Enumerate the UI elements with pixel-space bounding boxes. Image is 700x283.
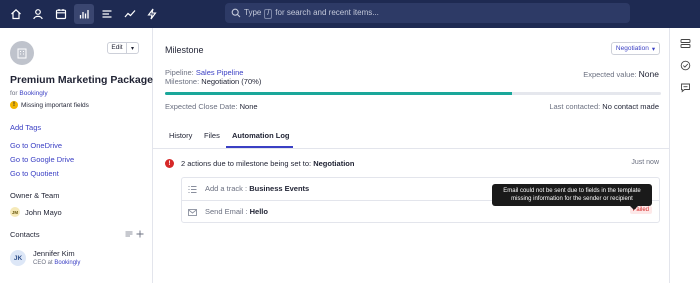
milestone-progress-fill	[165, 92, 513, 95]
pipeline-link[interactable]: Sales Pipeline	[196, 68, 244, 77]
chevron-down-icon: ▾	[651, 45, 656, 53]
owner-name: John Mayo	[25, 207, 62, 217]
owner-avatar: JM	[10, 207, 20, 217]
activity-time: Just now	[631, 159, 659, 166]
activity-summary: 2 actions due to milestone being set to:…	[181, 159, 355, 168]
owner-item[interactable]: JM John Mayo	[10, 207, 62, 217]
tab-history[interactable]: History	[169, 131, 192, 140]
check-circle-icon[interactable]	[680, 60, 691, 71]
error-icon: !	[165, 159, 174, 168]
contact-role: CEO at Bookingly	[33, 260, 81, 266]
failure-tooltip: Email could not be sent due to fields in…	[492, 184, 652, 210]
right-rail	[669, 28, 700, 283]
chat-icon[interactable]	[680, 82, 691, 93]
contact-name[interactable]: Jennifer Kim	[33, 249, 75, 258]
contacts-heading: Contacts	[10, 230, 40, 239]
action-row-track: Add a track : Business Events	[205, 184, 310, 193]
main-panel: Milestone Negotiation ▾ Pipeline: Sales …	[153, 28, 669, 283]
quotient-link[interactable]: Go to Quotient	[10, 169, 59, 178]
edit-button-label: Edit	[108, 43, 127, 53]
google-drive-link[interactable]: Go to Google Drive	[10, 155, 74, 164]
lightning-icon[interactable]	[145, 7, 159, 21]
warning-icon: !	[10, 101, 18, 109]
deal-company-line: for Bookingly	[10, 90, 48, 97]
expected-value: Expected value: None	[583, 69, 659, 79]
tabs-divider	[153, 148, 669, 149]
bar-chart-icon[interactable]	[74, 4, 94, 24]
onedrive-link[interactable]: Go to OneDrive	[10, 141, 62, 150]
trend-icon[interactable]	[123, 7, 137, 21]
building-icon	[17, 48, 27, 59]
missing-fields-warning[interactable]: ! Missing important fields	[10, 101, 89, 109]
person-icon[interactable]	[31, 7, 45, 21]
company-logo	[10, 41, 34, 65]
track-list-icon	[188, 186, 197, 193]
search-placeholder: Type / for search and recent items...	[244, 8, 379, 19]
stack-icon[interactable]	[680, 38, 691, 49]
search-shortcut-key: /	[264, 9, 273, 19]
stage-dropdown[interactable]: Negotiation ▾	[611, 42, 660, 55]
contacts-tools	[125, 230, 144, 238]
action-row-email: Send Email : Hello	[205, 207, 268, 216]
close-date: Expected Close Date: None	[165, 102, 258, 111]
contact-company-link[interactable]: Bookingly	[54, 260, 80, 266]
stage-dropdown-label: Negotiation	[615, 45, 649, 52]
owner-team-heading: Owner & Team	[10, 191, 60, 200]
list-icon[interactable]	[100, 7, 114, 21]
warning-text: Missing important fields	[21, 101, 89, 109]
activity-stage: Negotiation	[313, 159, 355, 168]
search-input[interactable]: Type / for search and recent items...	[225, 3, 630, 23]
edit-button[interactable]: Edit ▾	[107, 42, 139, 54]
tooltip-line-2: missing information for the sender or re…	[511, 196, 633, 202]
deal-title: Premium Marketing Package	[10, 74, 153, 86]
search-icon	[231, 8, 241, 18]
calendar-icon[interactable]	[54, 7, 68, 21]
milestone-heading: Milestone	[165, 45, 204, 55]
milestone-value: Negotiation (70%)	[201, 77, 262, 86]
add-contact-icon[interactable]	[136, 230, 144, 238]
last-contacted: Last contacted: No contact made	[549, 102, 659, 111]
milestone-progress-bar	[165, 92, 661, 95]
company-link[interactable]: Bookingly	[19, 90, 47, 97]
tab-files[interactable]: Files	[204, 131, 220, 140]
chevron-down-icon[interactable]: ▾	[127, 45, 138, 52]
milestone-line: Milestone: Negotiation (70%)	[165, 77, 262, 86]
home-icon[interactable]	[9, 7, 23, 21]
tab-automation-log[interactable]: Automation Log	[232, 131, 290, 140]
email-icon	[188, 209, 197, 216]
contact-avatar[interactable]: JK	[10, 250, 26, 266]
tooltip-line-1: Email could not be sent due to fields in…	[503, 188, 641, 194]
top-nav-bar: Type / for search and recent items...	[0, 0, 700, 28]
pipeline-line: Pipeline: Sales Pipeline	[165, 68, 244, 77]
list-view-icon[interactable]	[125, 230, 133, 238]
add-tags-link[interactable]: Add Tags	[10, 123, 41, 132]
deal-sidebar: Edit ▾ Premium Marketing Package for Boo…	[0, 28, 153, 283]
